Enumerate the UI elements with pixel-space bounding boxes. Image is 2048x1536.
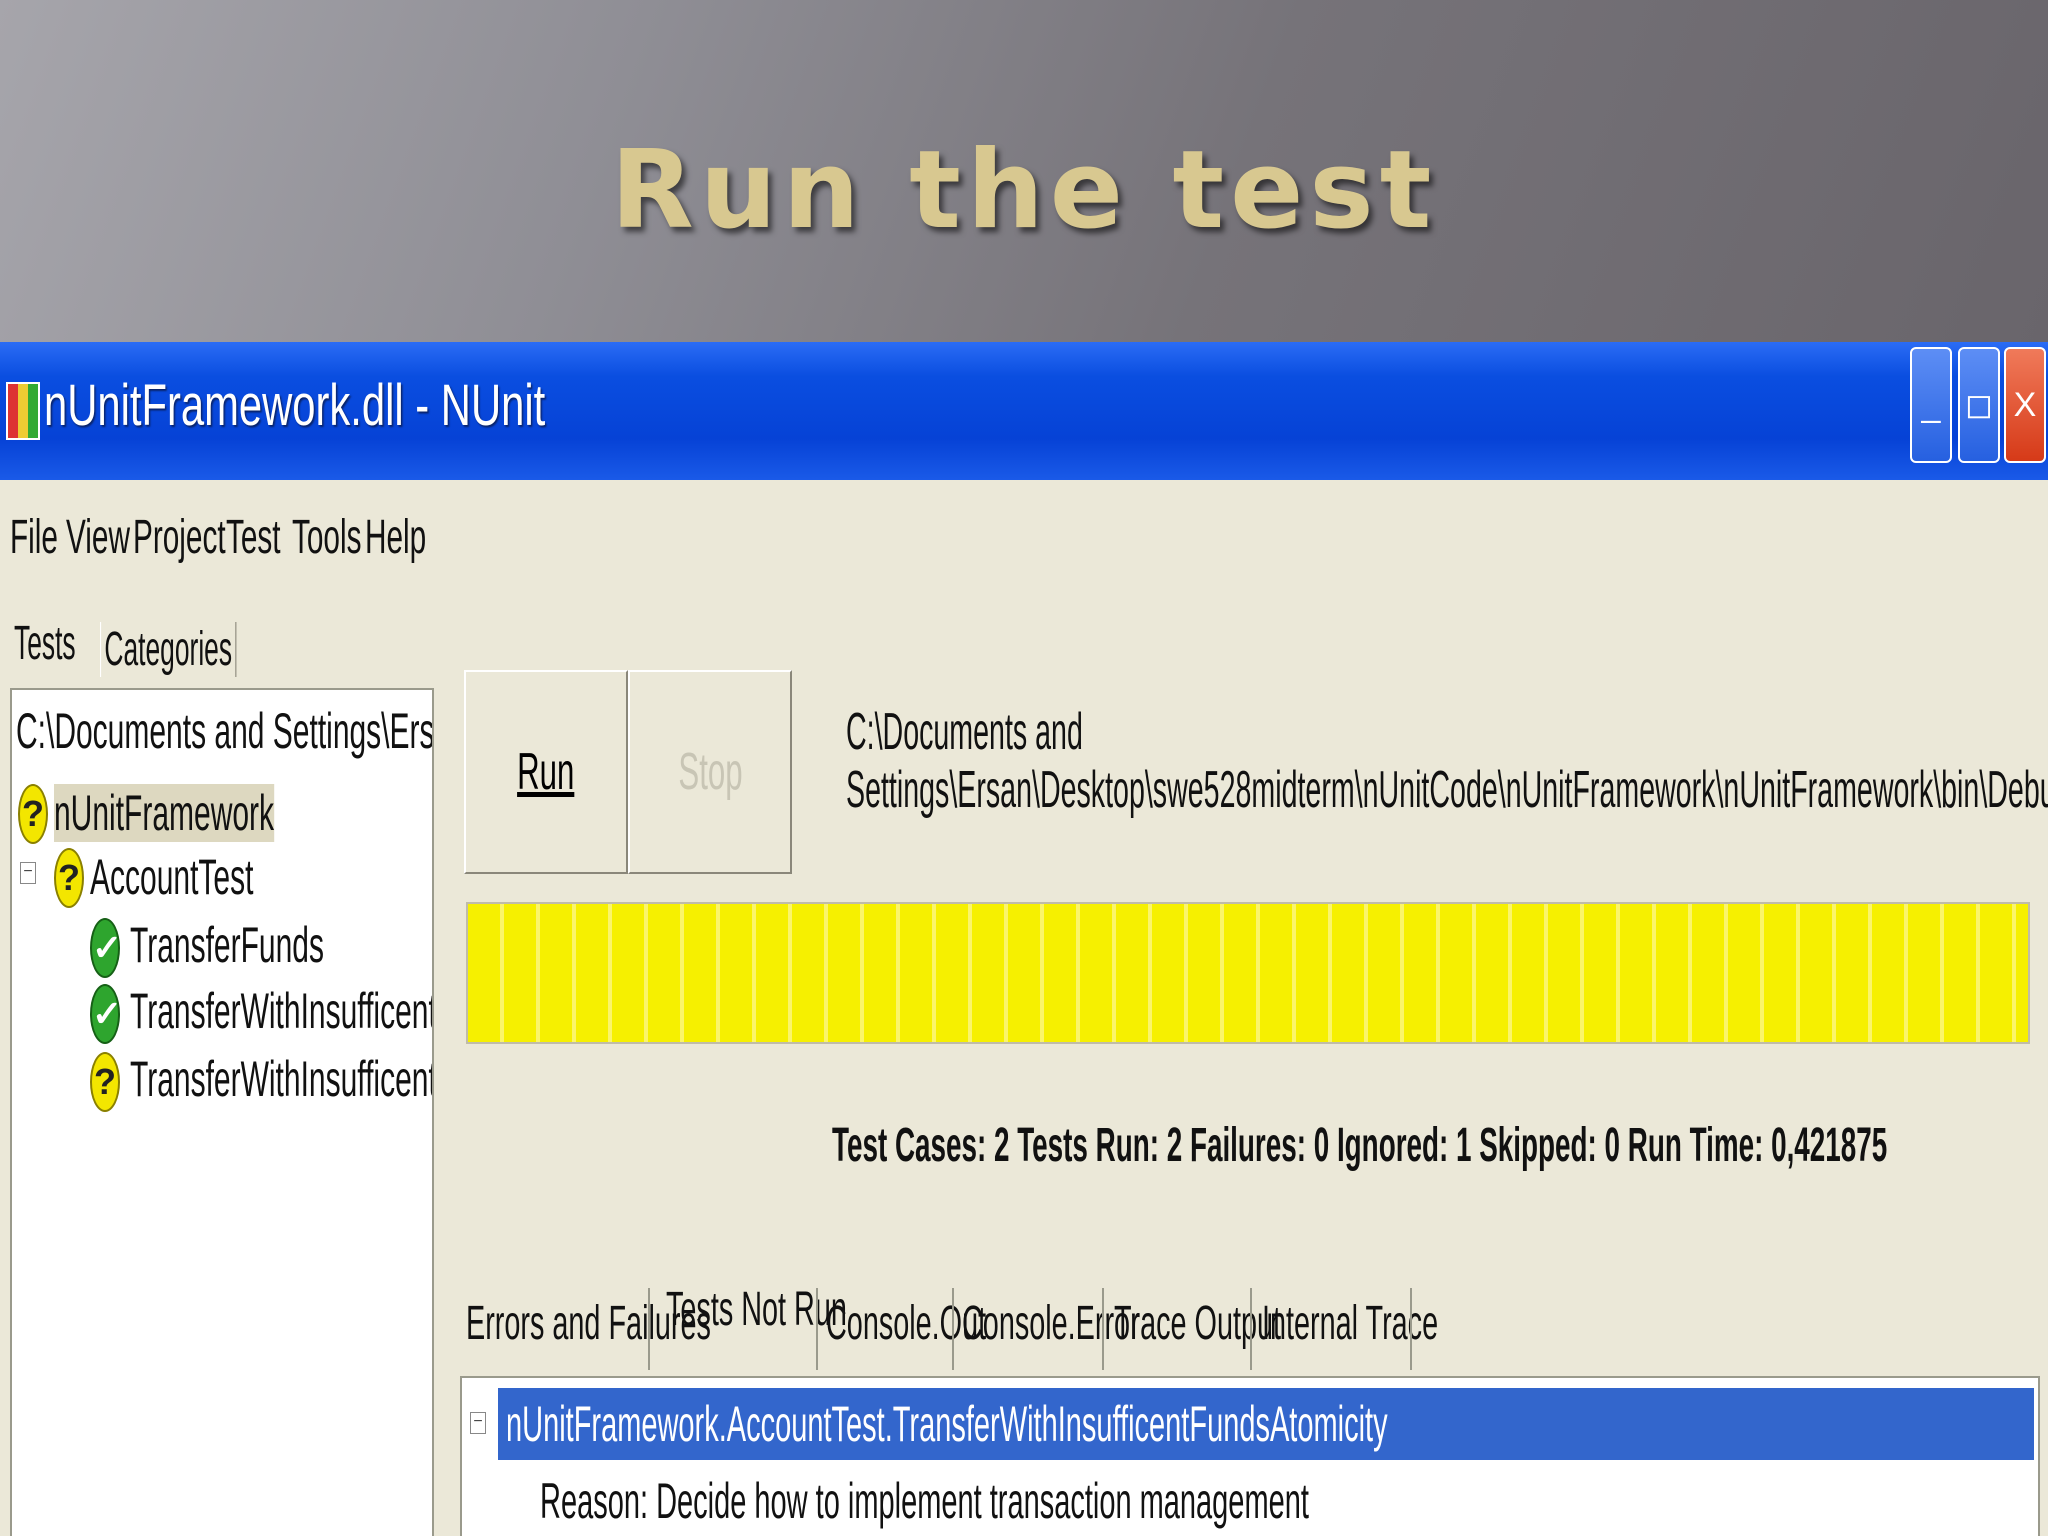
not-run-test-item[interactable]: nUnitFramework.AccountTest.TransferWithI… [498, 1388, 2034, 1460]
warning-icon: ? [90, 1052, 120, 1112]
tree-item-project[interactable]: nUnitFramework [54, 784, 275, 842]
close-button[interactable]: X [2004, 347, 2046, 463]
tab-divider [952, 1288, 954, 1370]
menu-test[interactable]: Test [226, 510, 281, 565]
tree-item-test[interactable]: TransferFunds [130, 916, 324, 974]
tree-root-path[interactable]: C:\Documents and Settings\Ersan\Desktop [16, 702, 432, 760]
check-icon: ✓ [90, 984, 122, 1044]
tab-tests[interactable]: Tests [14, 616, 76, 671]
slide-header: Run the test [0, 0, 2048, 342]
stop-button: Stop [628, 670, 792, 874]
menu-project[interactable]: Project [133, 510, 226, 565]
tree-item-test[interactable]: TransferWithInsufficentFundsAtomicity [130, 1050, 432, 1108]
tab-divider [1102, 1288, 1104, 1370]
menu-tools[interactable]: Tools [292, 510, 361, 565]
assembly-path-line1: C:\Documents and [846, 703, 1083, 761]
run-statistics: Test Cases: 2 Tests Run: 2 Failures: 0 I… [450, 1118, 2048, 1173]
tree-item-test[interactable]: TransferWithInsufficentFunds [130, 982, 432, 1040]
result-tabs: Errors and Failures Tests Not Run Consol… [450, 1270, 2048, 1370]
tab-divider [816, 1288, 818, 1370]
warning-icon: ? [54, 848, 84, 908]
nunit-app-icon [6, 382, 40, 440]
tab-divider [1410, 1288, 1412, 1370]
test-tree[interactable]: C:\Documents and Settings\Ersan\Desktop … [10, 688, 434, 1536]
assembly-path-line2: Settings\Ersan\Desktop\swe528midterm\nUn… [846, 761, 2048, 819]
progress-bar [466, 902, 2030, 1044]
menu-bar: File View Project Test Tools Help [0, 480, 2048, 590]
test-tree-pane: Tests Categories C:\Documents and Settin… [0, 590, 445, 1536]
tab-divider [648, 1288, 650, 1370]
menu-view[interactable]: View [66, 510, 130, 565]
tab-trace-output[interactable]: Trace Output [1114, 1296, 1281, 1351]
collapse-icon[interactable]: − [470, 1412, 486, 1434]
menu-file[interactable]: File [10, 510, 58, 565]
nunit-window: nUnitFramework.dll - NUnit _ ◻ X File Vi… [0, 342, 2048, 1536]
stats-text: Test Cases: 2 Tests Run: 2 Failures: 0 I… [832, 1119, 1888, 1172]
run-pane: Run Stop C:\Documents and Settings\Ersan… [450, 590, 2048, 1536]
not-run-reason: Reason: Decide how to implement transact… [540, 1473, 1309, 1529]
maximize-button[interactable]: ◻ [1958, 347, 2000, 463]
collapse-icon[interactable]: − [20, 862, 36, 884]
tab-divider [1250, 1288, 1252, 1370]
tests-not-run-panel: − nUnitFramework.AccountTest.TransferWit… [460, 1376, 2040, 1536]
menu-help[interactable]: Help [365, 510, 426, 565]
minimize-button[interactable]: _ [1910, 347, 1952, 463]
window-title: nUnitFramework.dll - NUnit [44, 373, 546, 438]
check-icon: ✓ [90, 918, 122, 978]
run-button-label: Run [517, 743, 575, 801]
slide-title: Run the test [610, 128, 1438, 253]
tree-item-fixture[interactable]: AccountTest [90, 848, 253, 906]
not-run-test-name: nUnitFramework.AccountTest.TransferWithI… [506, 1396, 1388, 1452]
run-button[interactable]: Run [464, 670, 628, 874]
title-bar[interactable]: nUnitFramework.dll - NUnit _ ◻ X [0, 342, 2048, 480]
tab-categories[interactable]: Categories [100, 622, 237, 677]
stop-button-label: Stop [677, 743, 743, 801]
tab-tests-not-run[interactable]: Tests Not Run [666, 1282, 847, 1337]
warning-icon: ? [18, 784, 48, 844]
